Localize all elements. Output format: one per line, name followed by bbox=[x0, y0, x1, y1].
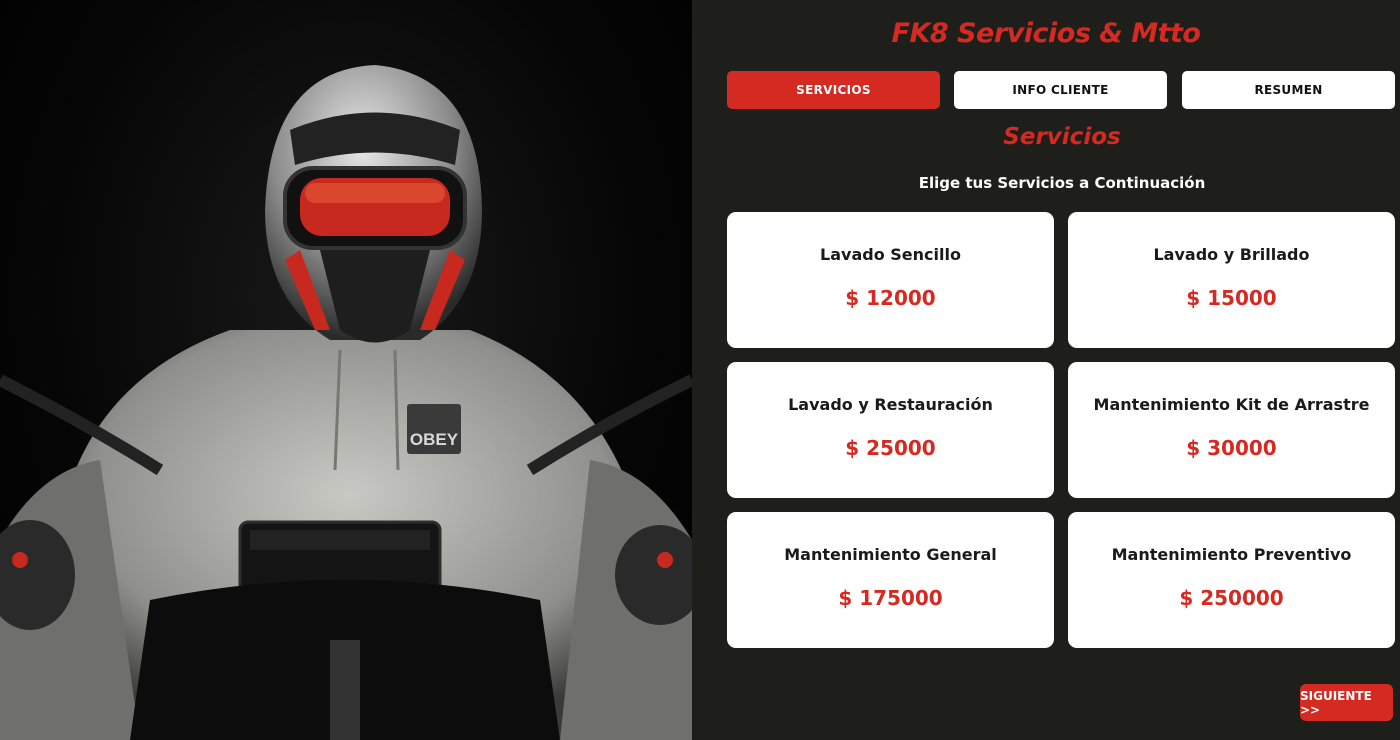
service-card-lavado-sencillo[interactable]: Lavado Sencillo $ 12000 bbox=[727, 212, 1054, 348]
service-card-lavado-restauracion[interactable]: Lavado y Restauración $ 25000 bbox=[727, 362, 1054, 498]
service-name: Mantenimiento Preventivo bbox=[1111, 545, 1352, 564]
services-panel: FK8 Servicios & Mtto SERVICIOS INFO CLIE… bbox=[692, 0, 1400, 740]
service-price: $ 250000 bbox=[1179, 586, 1284, 610]
service-price: $ 15000 bbox=[1186, 286, 1277, 310]
tab-servicios[interactable]: SERVICIOS bbox=[727, 71, 940, 109]
service-name: Lavado y Restauración bbox=[788, 395, 993, 414]
service-card-kit-arrastre[interactable]: Mantenimiento Kit de Arrastre $ 30000 bbox=[1068, 362, 1395, 498]
service-price: $ 175000 bbox=[838, 586, 943, 610]
service-name: Lavado Sencillo bbox=[820, 245, 961, 264]
section-subtitle: Elige tus Servicios a Continuación bbox=[918, 174, 1206, 192]
motorcycle-rider-illustration: OBEY bbox=[0, 65, 692, 740]
service-name: Mantenimiento General bbox=[784, 545, 997, 564]
next-button[interactable]: SIGUIENTE >> bbox=[1300, 684, 1393, 721]
service-price: $ 30000 bbox=[1186, 436, 1277, 460]
service-card-mantenimiento-preventivo[interactable]: Mantenimiento Preventivo $ 250000 bbox=[1068, 512, 1395, 648]
svg-text:OBEY: OBEY bbox=[410, 430, 459, 449]
tab-resumen[interactable]: RESUMEN bbox=[1182, 71, 1395, 109]
service-card-lavado-brillado[interactable]: Lavado y Brillado $ 15000 bbox=[1068, 212, 1395, 348]
brand-title: FK8 Servicios & Mtto bbox=[891, 18, 1201, 49]
service-price: $ 12000 bbox=[845, 286, 936, 310]
service-name: Lavado y Brillado bbox=[1153, 245, 1310, 264]
service-name: Mantenimiento Kit de Arrastre bbox=[1093, 395, 1370, 414]
step-tabs: SERVICIOS INFO CLIENTE RESUMEN bbox=[727, 71, 1395, 109]
section-title: Servicios bbox=[1003, 124, 1121, 150]
service-card-mantenimiento-general[interactable]: Mantenimiento General $ 175000 bbox=[727, 512, 1054, 648]
service-price: $ 25000 bbox=[845, 436, 936, 460]
hero-image: OBEY bbox=[0, 0, 692, 740]
tab-info-cliente[interactable]: INFO CLIENTE bbox=[954, 71, 1167, 109]
